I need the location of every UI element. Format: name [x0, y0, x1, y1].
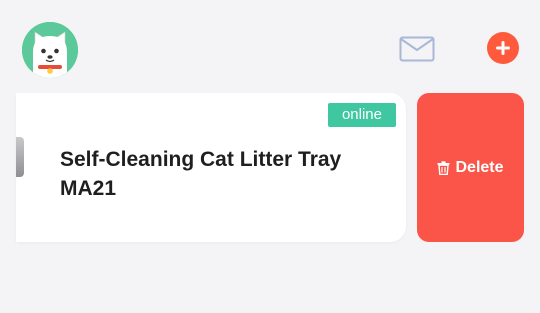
delete-button[interactable]: Delete — [417, 93, 524, 242]
device-thumbnail — [16, 137, 24, 177]
dog-avatar-icon — [22, 22, 78, 78]
plus-circle-icon — [496, 41, 510, 55]
trash-icon — [437, 160, 450, 175]
device-list-screen: online Self-Cleaning Cat Litter Tray MA2… — [0, 0, 540, 313]
device-card[interactable]: online Self-Cleaning Cat Litter Tray MA2… — [16, 93, 406, 242]
user-avatar[interactable] — [22, 22, 78, 78]
envelope-icon — [399, 36, 435, 62]
delete-label: Delete — [455, 158, 504, 176]
status-badge: online — [327, 103, 396, 127]
device-name: Self-Cleaning Cat Litter Tray MA21 — [60, 148, 342, 200]
messages-button[interactable] — [398, 35, 436, 63]
add-device-button[interactable] — [487, 32, 519, 64]
